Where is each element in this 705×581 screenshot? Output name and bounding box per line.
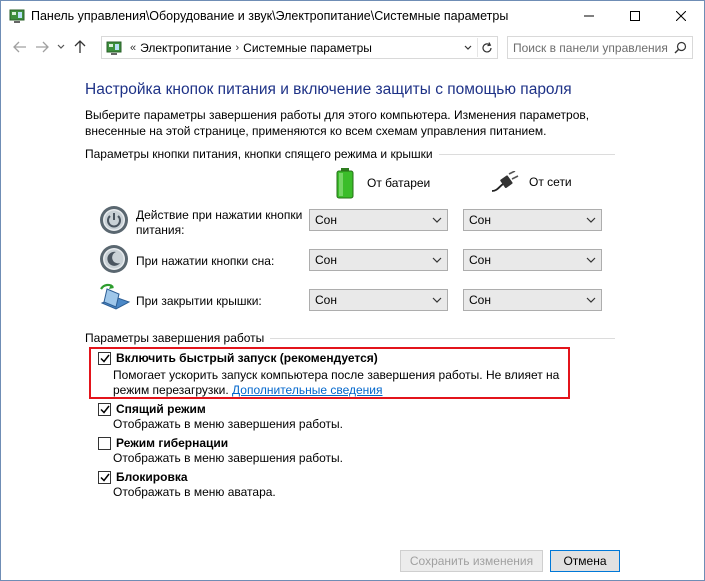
cancel-button[interactable]: Отмена bbox=[550, 550, 620, 572]
sleep-description: Отображать в меню завершения работы. bbox=[113, 417, 344, 431]
power-plug-icon bbox=[491, 171, 519, 192]
sleep-button-ac-select[interactable]: Сон bbox=[463, 249, 602, 271]
refresh-button[interactable] bbox=[477, 38, 496, 57]
fast-startup-label[interactable]: Включить быстрый запуск (рекомендуется) bbox=[116, 351, 378, 365]
minimize-icon bbox=[584, 15, 594, 17]
search-box[interactable] bbox=[507, 36, 693, 59]
lid-close-label: При закрытии крышки: bbox=[136, 294, 262, 308]
hibernate-label[interactable]: Режим гибернации bbox=[116, 436, 228, 450]
window-title: Панель управления\Оборудование и звук\Эл… bbox=[31, 9, 509, 23]
breadcrumb-power-options[interactable]: Электропитание bbox=[140, 41, 231, 55]
lid-close-battery-select[interactable]: Сон bbox=[309, 289, 448, 311]
select-value: Сон bbox=[469, 213, 491, 227]
arrow-up-icon bbox=[74, 40, 86, 53]
fast-startup-option[interactable]: Включить быстрый запуск (рекомендуется) bbox=[98, 351, 378, 365]
arrow-left-icon bbox=[13, 41, 26, 53]
back-button[interactable] bbox=[9, 36, 31, 58]
chevron-down-icon bbox=[586, 297, 596, 303]
chevron-down-icon bbox=[432, 257, 442, 263]
select-value: Сон bbox=[469, 253, 491, 267]
column-header-ac: От сети bbox=[491, 171, 572, 193]
battery-icon bbox=[336, 168, 354, 199]
up-button[interactable] bbox=[69, 36, 91, 58]
breadcrumb-system-settings[interactable]: Системные параметры bbox=[243, 41, 372, 55]
power-button-icon bbox=[100, 206, 128, 234]
forward-button[interactable] bbox=[31, 36, 53, 58]
chevron-down-icon bbox=[464, 45, 472, 50]
content-area: Настройка кнопок питания и включение защ… bbox=[1, 63, 704, 548]
breadcrumb-separator[interactable]: › bbox=[236, 42, 240, 54]
sleep-label[interactable]: Спящий режим bbox=[116, 402, 206, 416]
column-header-battery-label: От батареи bbox=[367, 176, 431, 190]
search-input[interactable] bbox=[513, 37, 673, 58]
chevron-down-icon bbox=[586, 217, 596, 223]
arrow-right-icon bbox=[36, 41, 49, 53]
power-buttons-group-title: Параметры кнопки питания, кнопки спящего… bbox=[85, 147, 439, 161]
lid-close-ac-select[interactable]: Сон bbox=[463, 289, 602, 311]
hibernate-option[interactable]: Режим гибернации bbox=[98, 436, 228, 450]
close-icon bbox=[676, 11, 686, 21]
sleep-option[interactable]: Спящий режим bbox=[98, 402, 206, 416]
lock-option[interactable]: Блокировка bbox=[98, 470, 188, 484]
page-description: Выберите параметры завершения работы для… bbox=[85, 108, 590, 138]
select-value: Сон bbox=[315, 293, 337, 307]
footer-bar: Сохранить изменения Отмена bbox=[1, 548, 704, 581]
lock-checkbox[interactable] bbox=[98, 470, 111, 484]
address-bar[interactable]: « Электропитание › Системные параметры bbox=[101, 36, 498, 59]
breadcrumb-overflow[interactable]: « bbox=[130, 42, 136, 54]
fast-startup-checkbox[interactable] bbox=[98, 351, 111, 365]
minimize-button[interactable] bbox=[566, 1, 612, 31]
search-icon[interactable] bbox=[674, 41, 687, 54]
sleep-button-battery-select[interactable]: Сон bbox=[309, 249, 448, 271]
hibernate-description: Отображать в меню завершения работы. bbox=[113, 451, 344, 465]
chevron-down-icon bbox=[586, 257, 596, 263]
fast-startup-description: Помогает ускорить запуск компьютера посл… bbox=[113, 368, 568, 398]
column-header-battery: От батареи bbox=[335, 167, 430, 199]
maximize-icon bbox=[630, 11, 640, 21]
select-value: Сон bbox=[315, 213, 337, 227]
window-controls bbox=[566, 1, 704, 31]
power-button-label: Действие при нажатии кнопки питания: bbox=[136, 208, 303, 237]
chevron-down-icon bbox=[57, 44, 65, 49]
chevron-down-icon bbox=[432, 297, 442, 303]
address-history-dropdown[interactable] bbox=[461, 40, 475, 56]
chevron-down-icon bbox=[432, 217, 442, 223]
control-panel-icon bbox=[106, 41, 122, 55]
lock-label[interactable]: Блокировка bbox=[116, 470, 188, 484]
lock-description: Отображать в меню аватара. bbox=[113, 485, 276, 499]
hibernate-checkbox[interactable] bbox=[98, 436, 111, 450]
maximize-button[interactable] bbox=[612, 1, 658, 31]
navigation-bar: « Электропитание › Системные параметры bbox=[1, 31, 704, 63]
more-info-link[interactable]: Дополнительные сведения bbox=[232, 383, 382, 397]
page-title: Настройка кнопок питания и включение защ… bbox=[85, 81, 572, 98]
select-value: Сон bbox=[469, 293, 491, 307]
save-changes-button[interactable]: Сохранить изменения bbox=[400, 550, 543, 572]
select-value: Сон bbox=[315, 253, 337, 267]
laptop-lid-icon bbox=[100, 283, 131, 310]
checkmark-icon bbox=[99, 354, 110, 363]
sleep-button-icon bbox=[100, 245, 128, 273]
recent-locations-button[interactable] bbox=[53, 36, 69, 58]
shutdown-group-title: Параметры завершения работы bbox=[85, 331, 271, 345]
column-header-ac-label: От сети bbox=[529, 175, 572, 189]
sleep-checkbox[interactable] bbox=[98, 402, 111, 416]
checkmark-icon bbox=[99, 405, 110, 414]
power-button-ac-select[interactable]: Сон bbox=[463, 209, 602, 231]
sleep-button-label: При нажатии кнопки сна: bbox=[136, 254, 275, 268]
refresh-icon bbox=[482, 41, 492, 52]
checkmark-icon bbox=[99, 473, 110, 482]
control-panel-window: Панель управления\Оборудование и звук\Эл… bbox=[0, 0, 705, 581]
close-button[interactable] bbox=[658, 1, 704, 31]
title-bar: Панель управления\Оборудование и звук\Эл… bbox=[1, 1, 704, 31]
control-panel-icon bbox=[9, 9, 25, 23]
power-button-battery-select[interactable]: Сон bbox=[309, 209, 448, 231]
